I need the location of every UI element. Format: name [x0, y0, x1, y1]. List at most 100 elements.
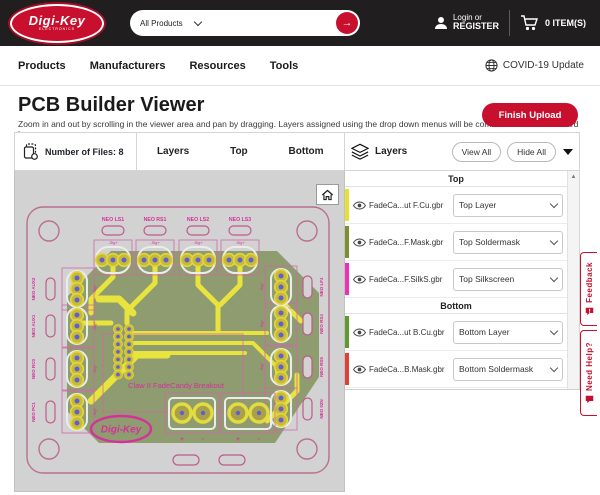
- chevron-down-icon: [550, 326, 558, 334]
- logo-subtext: ELECTRONICS: [39, 28, 75, 32]
- home-icon: [321, 189, 334, 201]
- view-tabs: Layers Top Bottom: [137, 142, 344, 161]
- search-category-select[interactable]: All Products: [140, 19, 183, 28]
- svg-text:NEO AUX2: NEO AUX2: [31, 277, 36, 300]
- pcb-render[interactable]: NEO LS1 NEO RS1 NEO LS2 NEO LS3 -Sig+ -S…: [15, 171, 344, 490]
- need-help-tab[interactable]: Need Help?: [580, 330, 597, 416]
- eye-icon[interactable]: [352, 328, 367, 337]
- layer-assignment-dropdown[interactable]: Top Layer: [453, 194, 563, 217]
- layer-row: FadeCa...B.SilkS.gbr Bottom Silkscreen: [345, 388, 567, 389]
- tab-top[interactable]: Top: [228, 142, 250, 161]
- cart-link[interactable]: 0 ITEM(S): [520, 15, 586, 31]
- eye-icon[interactable]: [352, 238, 367, 247]
- covid-update-link[interactable]: COVID-19 Update: [485, 59, 584, 72]
- layer-assignment-dropdown[interactable]: Bottom Soldermask: [453, 358, 563, 381]
- viewer-toolbar: Number of Files: 8 Layers Top Bottom: [14, 132, 345, 171]
- svg-text:NEO 02N: NEO 02N: [319, 399, 324, 418]
- pcb-viewer[interactable]: NEO LS1 NEO RS1 NEO LS2 NEO LS3 -Sig+ -S…: [14, 171, 345, 492]
- svg-text:NEO RC0: NEO RC0: [31, 359, 36, 380]
- layer-row: FadeCa...F.Mask.gbr Top Soldermask: [345, 224, 567, 261]
- svg-text:-Sig+: -Sig+: [92, 364, 97, 374]
- chevron-down-icon: [550, 199, 558, 207]
- layers-stack-icon: [351, 143, 369, 160]
- feedback-label: Feedback: [585, 262, 594, 303]
- logo-text: Digi-Key: [29, 14, 86, 27]
- svg-text:NEO LS3: NEO LS3: [229, 217, 251, 223]
- layer-file-name: FadeCa...F.SilkS.gbr: [369, 275, 453, 284]
- layers-list: Top FadeCa...ut F.Cu.gbr Top Layer FadeC…: [345, 171, 580, 390]
- finish-upload-button[interactable]: Finish Upload: [482, 103, 578, 127]
- digikey-logo[interactable]: Digi-Key ELECTRONICS: [10, 4, 104, 43]
- layers-scrollbar[interactable]: ▲: [567, 171, 579, 389]
- svg-text:-Sig+: -Sig+: [193, 240, 203, 245]
- search-bar: All Products →: [130, 10, 360, 36]
- layer-assignment-dropdown[interactable]: Top Silkscreen: [453, 268, 563, 291]
- layer-color-bar: [345, 316, 349, 348]
- bottom-slots: [173, 455, 245, 465]
- chevron-down-icon: [550, 363, 558, 371]
- layers-panel-header: Layers View All Hide All: [345, 132, 580, 171]
- person-icon: [434, 16, 448, 30]
- collapse-panel-arrow[interactable]: [563, 149, 573, 155]
- svg-text:Digi-Key: Digi-Key: [101, 425, 142, 436]
- nav-tools[interactable]: Tools: [270, 60, 299, 72]
- chevron-down-icon: [550, 273, 558, 281]
- file-count: Number of Files: 8: [15, 133, 137, 170]
- tab-layers[interactable]: Layers: [155, 142, 191, 161]
- section-header-bottom: Bottom: [345, 298, 567, 314]
- feedback-icon: [585, 307, 594, 316]
- layer-file-name: FadeCa...ut F.Cu.gbr: [369, 201, 453, 210]
- svg-text:NEO AUX1: NEO AUX1: [31, 314, 36, 337]
- svg-text:-Sig+: -Sig+: [235, 240, 245, 245]
- login-register-link[interactable]: Login or REGISTER: [434, 14, 499, 33]
- search-submit-button[interactable]: →: [336, 12, 358, 34]
- chevron-down-icon: [550, 236, 558, 244]
- layer-assignment-dropdown[interactable]: Top Soldermask: [453, 231, 563, 254]
- svg-text:+: +: [180, 436, 184, 443]
- eye-icon[interactable]: [352, 275, 367, 284]
- eye-icon[interactable]: [352, 365, 367, 374]
- layer-row: FadeCa...F.SilkS.gbr Top Silkscreen: [345, 261, 567, 298]
- svg-text:-Sig+: -Sig+: [259, 282, 264, 292]
- svg-text:NEO LF4: NEO LF4: [319, 277, 324, 296]
- section-header-top: Top: [345, 171, 567, 187]
- layer-color-bar: [345, 226, 349, 258]
- layer-row: FadeCa...ut F.Cu.gbr Top Layer: [345, 187, 567, 224]
- layer-color-bar: [345, 263, 349, 295]
- globe-icon: [485, 59, 498, 72]
- layer-file-name: FadeCa...B.Mask.gbr: [369, 365, 453, 374]
- header-divider: [509, 10, 510, 36]
- header-right: Login or REGISTER 0 ITEM(S): [434, 10, 586, 36]
- svg-text:-Sig+: -Sig+: [150, 240, 160, 245]
- nav-manufacturers[interactable]: Manufacturers: [90, 60, 166, 72]
- search-input[interactable]: [201, 17, 336, 29]
- main-nav: Products Manufacturers Resources Tools C…: [0, 46, 600, 86]
- layer-color-bar: [345, 189, 349, 221]
- files-icon: [23, 143, 39, 160]
- svg-text:NEO LS1: NEO LS1: [102, 217, 124, 223]
- hide-all-button[interactable]: Hide All: [507, 142, 556, 162]
- svg-text:-Sig+: -Sig+: [259, 319, 264, 329]
- svg-text:NEO LS2: NEO LS2: [187, 217, 209, 223]
- layer-file-name: FadeCa...F.Mask.gbr: [369, 238, 453, 247]
- nav-products[interactable]: Products: [18, 60, 66, 72]
- feedback-tab[interactable]: Feedback: [580, 252, 597, 326]
- svg-text:-Sig+: -Sig+: [259, 362, 264, 372]
- layer-file-name: FadeCa...ut B.Cu.gbr: [369, 328, 453, 337]
- scroll-up-arrow[interactable]: ▲: [568, 171, 579, 183]
- cart-icon: [520, 15, 539, 31]
- tab-bottom[interactable]: Bottom: [287, 142, 326, 161]
- help-chat-icon: [585, 395, 594, 404]
- svg-text:NEO RS4: NEO RS4: [319, 314, 324, 334]
- login-line2: REGISTER: [453, 22, 499, 32]
- home-reset-view-button[interactable]: [316, 184, 339, 205]
- nav-resources[interactable]: Resources: [189, 60, 245, 72]
- view-all-button[interactable]: View All: [452, 142, 502, 162]
- svg-text:-Sig+: -Sig+: [92, 284, 97, 294]
- eye-icon[interactable]: [352, 201, 367, 210]
- svg-text:NEO RS1: NEO RS1: [144, 217, 167, 223]
- svg-text:NEO RS5: NEO RS5: [319, 357, 324, 377]
- layer-assignment-dropdown[interactable]: Bottom Layer: [453, 321, 563, 344]
- svg-text:NEO PC1: NEO PC1: [31, 402, 36, 422]
- pcb-builder-page: Digi-Key ELECTRONICS All Products → Logi…: [0, 0, 600, 495]
